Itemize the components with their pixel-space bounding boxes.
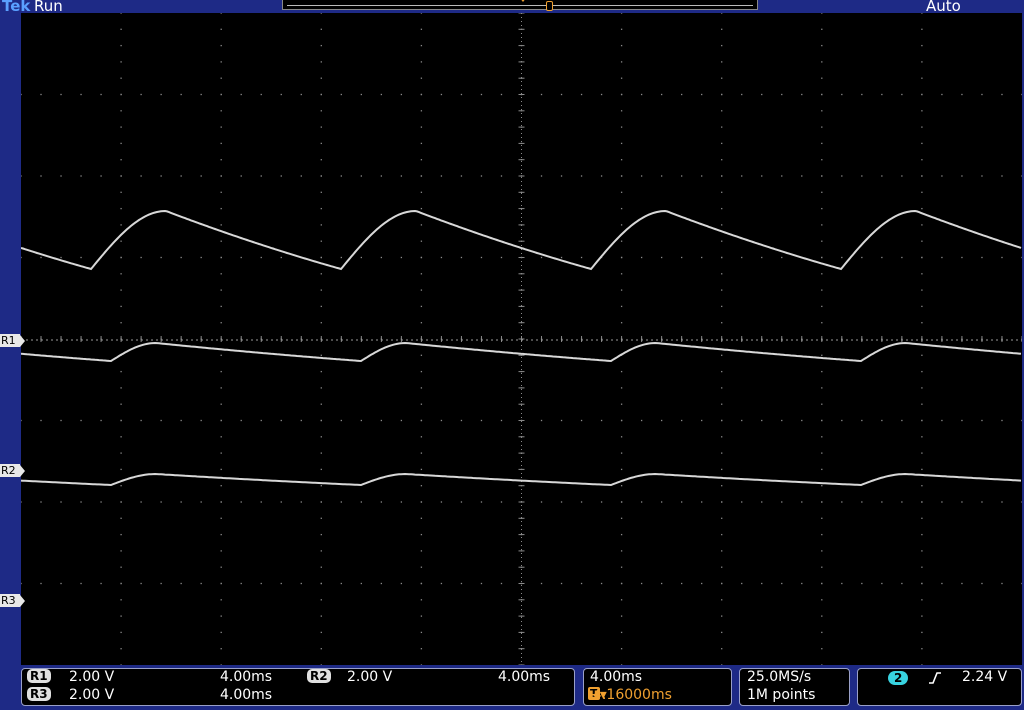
acquisition-readout-panel[interactable]: 25.0MS/s 1M points (739, 668, 850, 706)
record-length: 1M points (747, 687, 816, 703)
r1-time-div: 4.00ms (220, 669, 273, 685)
trigger-position-tick-icon (519, 0, 527, 2)
r1-volts-div: 2.00 V (69, 669, 115, 685)
r3-badge: R3 (27, 687, 51, 701)
waveform-trace-r1 (20, 209, 1022, 271)
record-view-bar[interactable] (282, 0, 758, 11)
ref-marker-r2[interactable]: R2 (0, 464, 25, 477)
trigger-level: 2.24 V (962, 669, 1008, 685)
r3-time-div: 4.00ms (220, 687, 273, 703)
ref-marker-r1[interactable]: R1 (0, 334, 25, 347)
r2-volts-div: 2.00 V (347, 669, 393, 685)
sample-rate: 25.0MS/s (747, 669, 812, 685)
record-line (287, 5, 753, 6)
r1-badge: R1 (27, 669, 51, 683)
r2-time-div: 4.00ms (498, 669, 551, 685)
record-window-indicator[interactable] (546, 1, 553, 11)
r3-volts-div: 2.00 V (69, 687, 115, 703)
ref-marker-r3[interactable]: R3 (0, 594, 25, 607)
trigger-position-value: -4.16000ms (588, 687, 672, 703)
rising-edge-icon (928, 671, 942, 689)
channel-readout-panel[interactable]: R1 2.00 V 4.00ms R2 2.00 V 4.00ms R3 2.0… (21, 668, 575, 706)
top-status-bar: Tek Run Auto (0, 0, 1024, 15)
graticule-svg (20, 12, 1023, 666)
trigger-readout-panel[interactable]: 2 2.24 V (857, 668, 1022, 706)
graticule-grid (20, 12, 1023, 666)
waveform-display[interactable] (20, 12, 1023, 666)
r2-badge: R2 (307, 669, 331, 683)
horizontal-scale: 4.00ms (590, 669, 643, 685)
horizontal-readout-panel[interactable]: 4.00ms T →▾ -4.16000ms (583, 668, 732, 706)
waveform-trace-r3 (20, 472, 1022, 487)
trigger-source-badge: 2 (888, 671, 909, 685)
